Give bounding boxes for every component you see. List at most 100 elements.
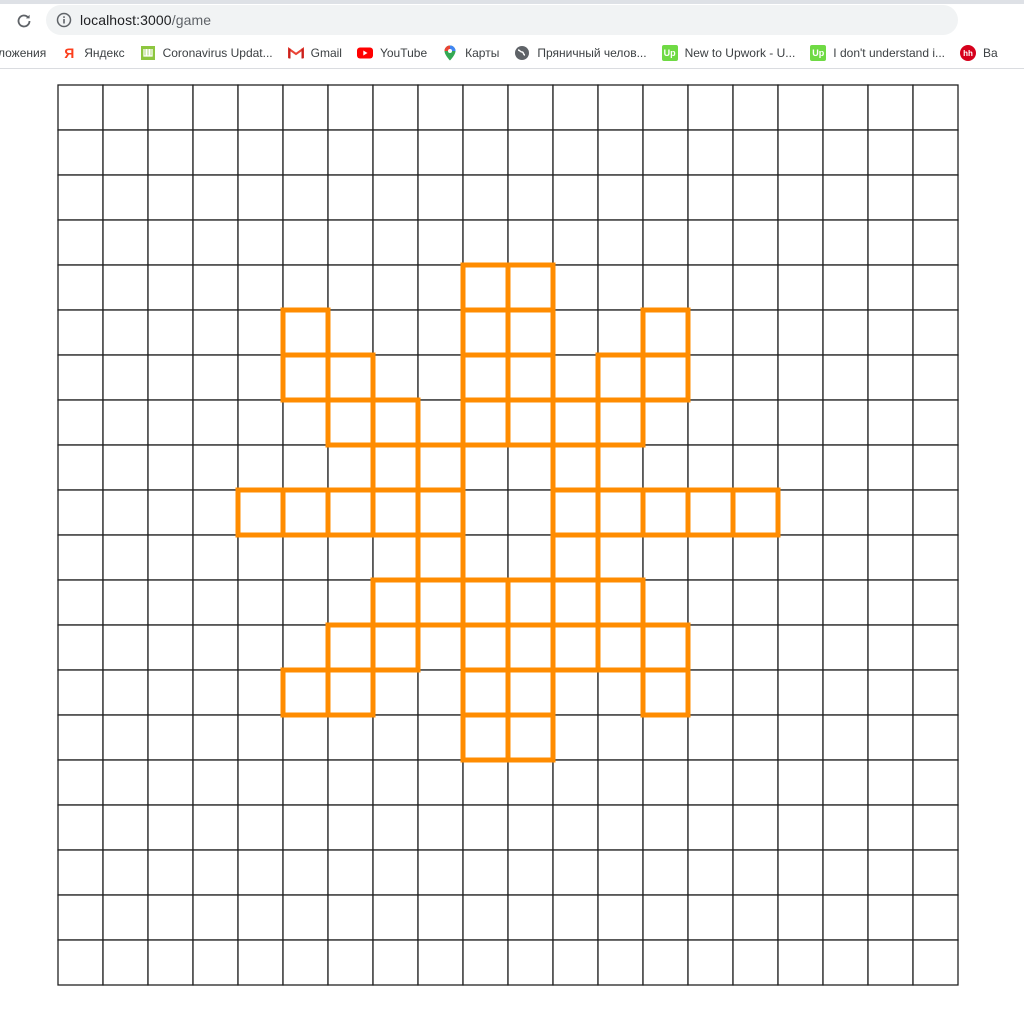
grid-cell[interactable]: [57, 849, 104, 896]
grid-cell[interactable]: [102, 714, 149, 761]
grid-cell[interactable]: [237, 129, 284, 176]
bookmark-yandex[interactable]: Я Яндекс: [61, 45, 124, 61]
grid-cell[interactable]: [192, 219, 239, 266]
grid-cell[interactable]: [642, 849, 689, 896]
grid-cell[interactable]: [597, 534, 644, 581]
grid-cell[interactable]: [507, 849, 554, 896]
grid-cell[interactable]: [552, 714, 599, 761]
grid-cell[interactable]: [372, 174, 419, 221]
grid-cell[interactable]: [822, 84, 869, 131]
grid-cell[interactable]: [912, 84, 959, 131]
grid-cell[interactable]: [462, 669, 509, 716]
grid-cell[interactable]: [282, 939, 329, 986]
grid-cell[interactable]: [192, 174, 239, 221]
grid-cell[interactable]: [57, 174, 104, 221]
grid-cell[interactable]: [102, 444, 149, 491]
grid-cell[interactable]: [282, 489, 329, 536]
grid-cell[interactable]: [732, 669, 779, 716]
grid-cell[interactable]: [327, 804, 374, 851]
grid-cell[interactable]: [552, 399, 599, 446]
grid-cell[interactable]: [732, 399, 779, 446]
grid-cell[interactable]: [777, 894, 824, 941]
grid-cell[interactable]: [912, 174, 959, 221]
grid-cell[interactable]: [147, 309, 194, 356]
grid-cell[interactable]: [282, 174, 329, 221]
grid-cell[interactable]: [912, 129, 959, 176]
grid-cell[interactable]: [417, 849, 464, 896]
grid-cell[interactable]: [327, 264, 374, 311]
grid-cell[interactable]: [282, 714, 329, 761]
grid-cell[interactable]: [687, 714, 734, 761]
grid-cell[interactable]: [102, 669, 149, 716]
grid-cell[interactable]: [552, 534, 599, 581]
grid-cell[interactable]: [912, 444, 959, 491]
grid-cell[interactable]: [102, 939, 149, 986]
grid-cell[interactable]: [597, 174, 644, 221]
grid-cell[interactable]: [372, 399, 419, 446]
grid-cell[interactable]: [507, 84, 554, 131]
grid-cell[interactable]: [642, 939, 689, 986]
grid-cell[interactable]: [417, 129, 464, 176]
grid-cell[interactable]: [282, 84, 329, 131]
grid-cell[interactable]: [687, 849, 734, 896]
grid-cell[interactable]: [687, 264, 734, 311]
grid-cell[interactable]: [192, 669, 239, 716]
grid-cell[interactable]: [642, 714, 689, 761]
grid-cell[interactable]: [192, 129, 239, 176]
grid-cell[interactable]: [102, 399, 149, 446]
grid-cell[interactable]: [777, 264, 824, 311]
grid-cell[interactable]: [372, 669, 419, 716]
grid-cell[interactable]: [102, 174, 149, 221]
grid-cell[interactable]: [102, 534, 149, 581]
grid-cell[interactable]: [372, 354, 419, 401]
grid-cell[interactable]: [597, 624, 644, 671]
grid-cell[interactable]: [192, 939, 239, 986]
grid-cell[interactable]: [777, 174, 824, 221]
grid-cell[interactable]: [327, 579, 374, 626]
grid-cell[interactable]: [282, 624, 329, 671]
grid-cell[interactable]: [147, 714, 194, 761]
grid-cell[interactable]: [597, 489, 644, 536]
bookmark-gmail[interactable]: Gmail: [287, 45, 342, 61]
grid-cell[interactable]: [552, 669, 599, 716]
grid-cell[interactable]: [822, 939, 869, 986]
grid-cell[interactable]: [597, 759, 644, 806]
grid-cell[interactable]: [462, 444, 509, 491]
grid-cell[interactable]: [147, 804, 194, 851]
grid-cell[interactable]: [192, 579, 239, 626]
grid-cell[interactable]: [732, 534, 779, 581]
grid-cell[interactable]: [912, 264, 959, 311]
grid-cell[interactable]: [462, 579, 509, 626]
grid-cell[interactable]: [237, 354, 284, 401]
grid-cell[interactable]: [417, 219, 464, 266]
grid-cell[interactable]: [507, 759, 554, 806]
grid-cell[interactable]: [372, 849, 419, 896]
grid-cell[interactable]: [237, 894, 284, 941]
grid-cell[interactable]: [57, 579, 104, 626]
grid-cell[interactable]: [822, 579, 869, 626]
grid-cell[interactable]: [822, 264, 869, 311]
grid-cell[interactable]: [102, 84, 149, 131]
grid-cell[interactable]: [372, 534, 419, 581]
grid-cell[interactable]: [552, 759, 599, 806]
grid-cell[interactable]: [327, 444, 374, 491]
grid-cell[interactable]: [867, 894, 914, 941]
grid-cell[interactable]: [57, 534, 104, 581]
grid-cell[interactable]: [372, 759, 419, 806]
grid-cell[interactable]: [867, 219, 914, 266]
grid-cell[interactable]: [462, 759, 509, 806]
grid-cell[interactable]: [507, 669, 554, 716]
grid-cell[interactable]: [462, 84, 509, 131]
grid-cell[interactable]: [372, 579, 419, 626]
grid-cell[interactable]: [597, 849, 644, 896]
grid-cell[interactable]: [687, 354, 734, 401]
grid-cell[interactable]: [597, 894, 644, 941]
grid-cell[interactable]: [192, 444, 239, 491]
grid-cell[interactable]: [642, 804, 689, 851]
grid-cell[interactable]: [687, 174, 734, 221]
grid-cell[interactable]: [597, 219, 644, 266]
grid-cell[interactable]: [822, 489, 869, 536]
grid-cell[interactable]: [777, 354, 824, 401]
grid-cell[interactable]: [552, 579, 599, 626]
grid-cell[interactable]: [822, 669, 869, 716]
